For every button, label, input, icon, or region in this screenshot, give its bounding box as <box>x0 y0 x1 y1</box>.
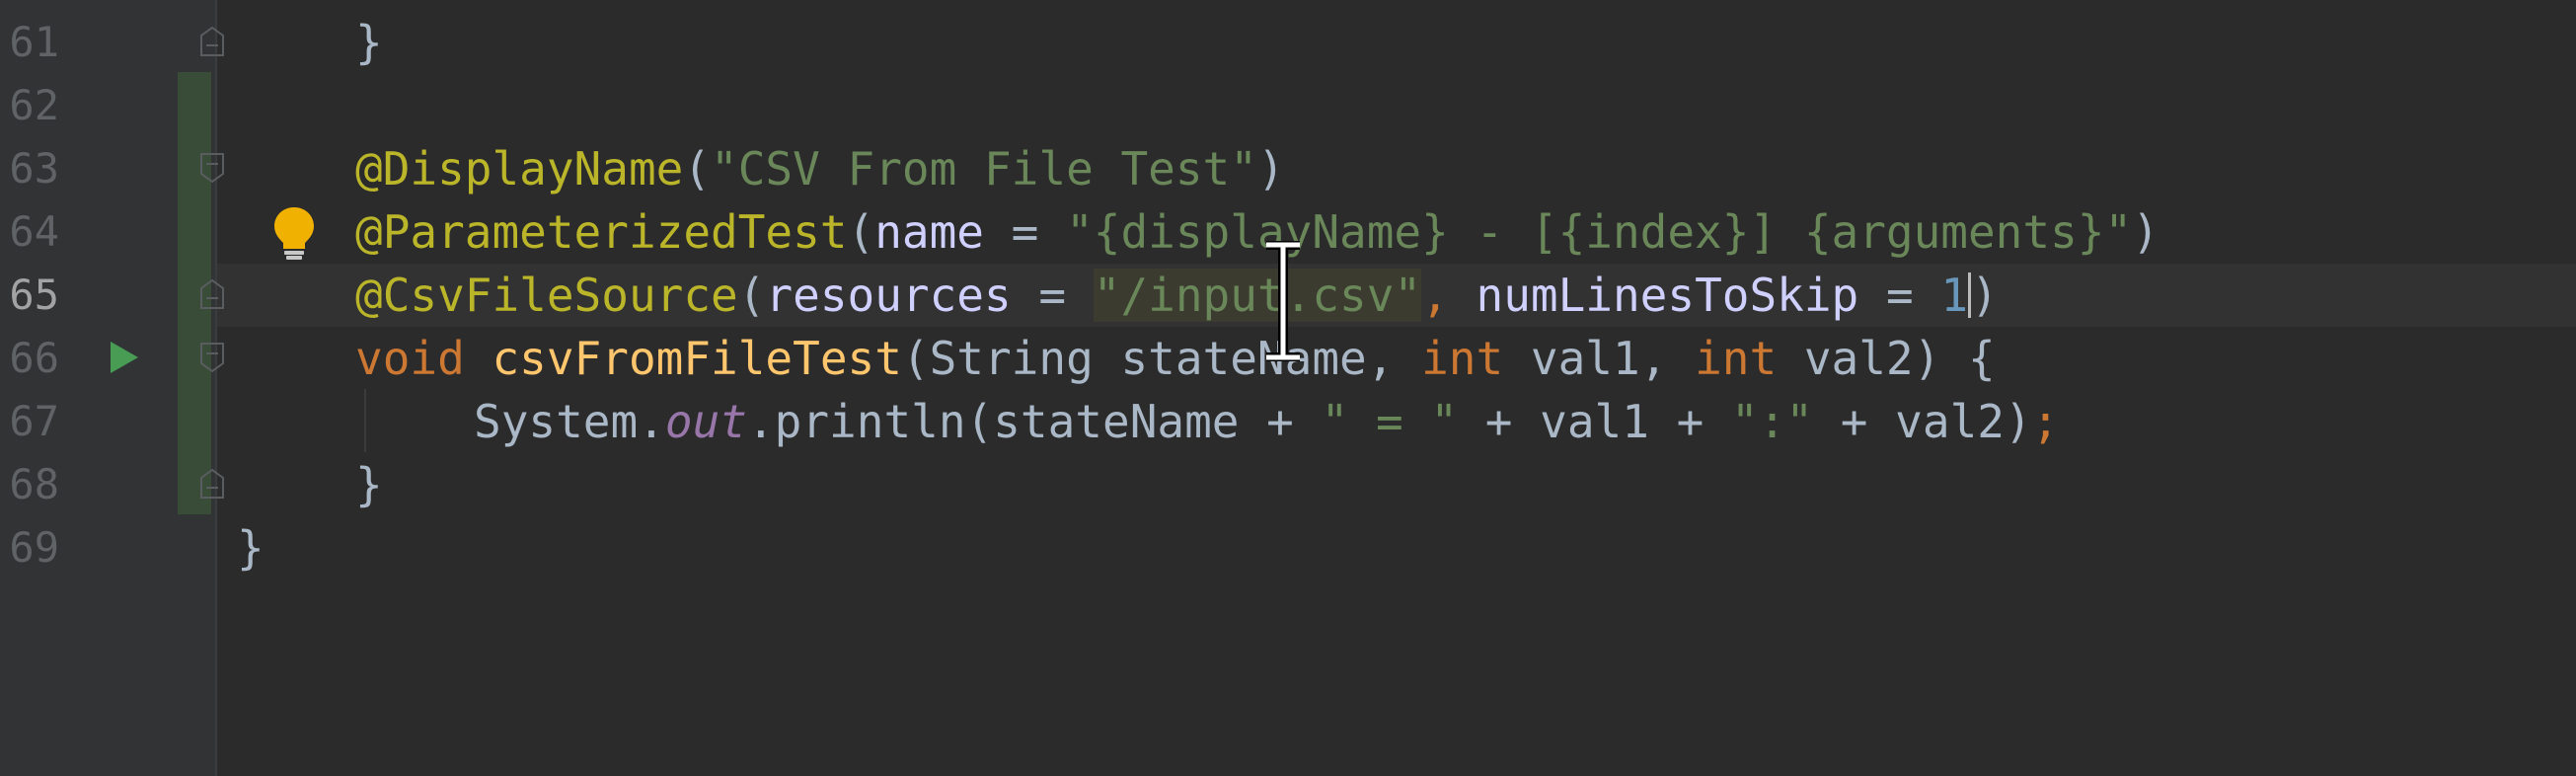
method-name: csvFromFileTest <box>492 332 902 385</box>
comma: , <box>1421 269 1477 322</box>
static-field: out <box>664 395 747 448</box>
code-line[interactable]: 68 } <box>0 452 2576 515</box>
line-number: 64 <box>9 207 59 256</box>
line-number: 61 <box>9 18 59 66</box>
paren: ) <box>1971 269 1999 322</box>
line-number: 65 <box>9 271 59 319</box>
code-text[interactable]: void csvFromFileTest(String stateName, i… <box>355 336 1996 381</box>
line-number: 66 <box>9 334 59 382</box>
annotation: @DisplayName <box>355 142 684 195</box>
string-literal: " = " <box>1321 395 1459 448</box>
keyword: void <box>355 332 492 385</box>
run-gutter-icon[interactable] <box>107 340 142 375</box>
semicolon: ; <box>2031 395 2060 448</box>
code-token: System. <box>474 395 665 448</box>
paren: ( <box>847 205 875 259</box>
code-line[interactable]: 69 } <box>0 515 2576 579</box>
code-token: (String stateName, <box>901 332 1422 385</box>
annotation: @CsvFileSource <box>355 269 738 322</box>
string-literal: "CSV From File Test" <box>711 142 1257 195</box>
fold-marker-icon[interactable] <box>199 468 225 500</box>
code-token: + val1 + <box>1458 395 1731 448</box>
text-cursor-icon <box>1266 241 1300 361</box>
closing-brace: } <box>355 16 383 69</box>
keyword: int <box>1421 332 1531 385</box>
fold-marker-icon[interactable] <box>199 26 225 57</box>
closing-brace: } <box>355 458 383 511</box>
number-literal: 1 <box>1940 269 1969 322</box>
paren: ) <box>1256 142 1285 195</box>
annotation: @ParameterizedTest <box>355 205 848 259</box>
string-literal: "{displayName} - [{index}] {arguments}" <box>1066 205 2133 259</box>
code-text[interactable]: System.out.println(stateName + " = " + v… <box>474 399 2059 444</box>
code-token: + val2) <box>1813 395 2032 448</box>
code-text[interactable]: } <box>355 20 383 65</box>
code-line[interactable]: 61 } <box>0 10 2576 73</box>
annotation-param: resources <box>765 269 1012 322</box>
operator: = <box>983 205 1067 259</box>
line-number: 62 <box>9 81 59 129</box>
code-token: .println(stateName + <box>746 395 1322 448</box>
annotation-param: name <box>874 205 984 259</box>
keyword: int <box>1695 332 1804 385</box>
code-editor[interactable]: 61 } 62 63 @DisplayName("CSV From File T… <box>0 0 2576 776</box>
code-text[interactable]: @CsvFileSource(resources = "/input.csv",… <box>355 269 1999 322</box>
code-line[interactable]: 62 <box>0 73 2576 136</box>
paren: ( <box>683 142 712 195</box>
string-literal: ":" <box>1731 395 1814 448</box>
code-token: val2) { <box>1803 332 1996 385</box>
string-literal-highlighted: "/input.csv" <box>1093 269 1422 322</box>
code-token: val1, <box>1530 332 1696 385</box>
fold-marker-icon[interactable] <box>199 278 225 310</box>
code-text[interactable]: } <box>355 462 383 507</box>
fold-marker-icon[interactable] <box>199 342 225 373</box>
closing-brace: } <box>237 521 265 575</box>
paren: ) <box>2132 205 2159 259</box>
fold-marker-icon[interactable] <box>199 152 225 184</box>
operator: = <box>1858 269 1941 322</box>
paren: ( <box>737 269 766 322</box>
code-line[interactable]: 63 @DisplayName("CSV From File Test") <box>0 136 2576 199</box>
code-line[interactable]: 67 System.out.println(stateName + " = " … <box>0 389 2576 452</box>
line-number: 69 <box>9 523 59 572</box>
operator: = <box>1011 269 1094 322</box>
code-text[interactable]: } <box>237 525 265 571</box>
line-number: 63 <box>9 144 59 193</box>
code-text[interactable]: @DisplayName("CSV From File Test") <box>355 146 1285 192</box>
annotation-param: numLinesToSkip <box>1476 269 1859 322</box>
code-text[interactable]: @ParameterizedTest(name = "{displayName}… <box>355 209 2159 255</box>
line-number: 68 <box>9 460 59 508</box>
intention-bulb-icon[interactable] <box>270 205 318 261</box>
line-number: 67 <box>9 397 59 445</box>
